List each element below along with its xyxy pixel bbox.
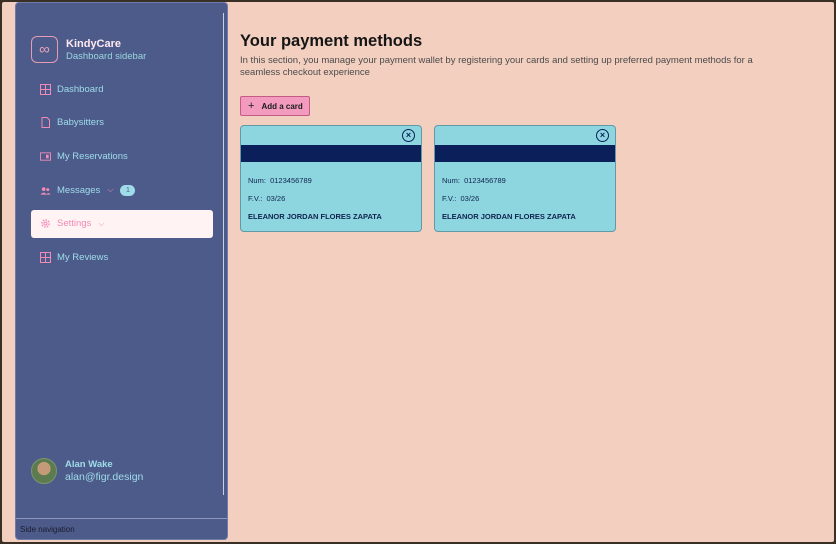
card-expiry: F.V.: 03/26 bbox=[442, 194, 479, 203]
sidebar-item-reservations[interactable]: My Reservations bbox=[31, 142, 213, 170]
card-number: Num: 0123456789 bbox=[248, 176, 312, 185]
brand-subtitle: Dashboard sidebar bbox=[66, 50, 147, 62]
card-number-value: 0123456789 bbox=[270, 176, 312, 185]
card-owner: ELEANOR JORDAN FLORES ZAPATA bbox=[442, 212, 576, 221]
chevron-down-icon[interactable]: ⌵ bbox=[107, 185, 113, 195]
plus-icon: + bbox=[248, 99, 255, 112]
main-content: Your payment methods In this section, yo… bbox=[240, 32, 800, 232]
card-number: Num: 0123456789 bbox=[442, 176, 506, 185]
card-magnetic-strip bbox=[241, 145, 421, 162]
card-expiry-value: 03/26 bbox=[266, 194, 286, 203]
sidebar: ∞ KindyCare Dashboard sidebar Dashboard … bbox=[15, 2, 228, 540]
page-title: Your payment methods bbox=[240, 32, 423, 50]
sidebar-item-reviews[interactable]: My Reviews bbox=[31, 243, 213, 271]
close-icon[interactable]: × bbox=[402, 129, 415, 142]
card-expiry-label: F.V.: bbox=[442, 194, 457, 203]
sidebar-item-label: Babysitters bbox=[57, 117, 104, 129]
sidebar-item-dashboard[interactable]: Dashboard bbox=[31, 75, 213, 103]
sidebar-item-label: My Reviews bbox=[57, 251, 109, 263]
card-expiry-value: 03/26 bbox=[460, 194, 480, 203]
users-icon bbox=[40, 185, 51, 196]
sidebar-item-label: Dashboard bbox=[57, 83, 104, 95]
card-number-value: 0123456789 bbox=[464, 176, 506, 185]
brand[interactable]: ∞ KindyCare Dashboard sidebar bbox=[31, 36, 146, 63]
card-expiry-label: F.V.: bbox=[248, 194, 263, 203]
add-card-label: Add a card bbox=[261, 101, 303, 111]
close-icon[interactable]: × bbox=[596, 129, 609, 142]
sidebar-item-settings[interactable]: Settings ⌵ bbox=[31, 209, 213, 238]
reservation-icon bbox=[40, 151, 51, 162]
sidebar-item-label: Messages bbox=[57, 184, 101, 196]
brand-name: KindyCare bbox=[66, 37, 122, 50]
file-icon bbox=[40, 117, 51, 129]
card-magnetic-strip bbox=[435, 145, 615, 162]
grid-icon bbox=[40, 251, 51, 263]
card-number-label: Num: bbox=[442, 176, 460, 185]
messages-badge: 1 bbox=[120, 184, 136, 196]
payment-card[interactable]: × Num: 0123456789 F.V.: 03/26 ELEANOR JO… bbox=[434, 125, 616, 232]
payment-card[interactable]: × Num: 0123456789 F.V.: 03/26 ELEANOR JO… bbox=[240, 125, 422, 232]
user-profile[interactable]: Alan Wake alan@figr.design bbox=[31, 458, 143, 484]
avatar bbox=[31, 458, 57, 484]
app-frame: ∞ KindyCare Dashboard sidebar Dashboard … bbox=[2, 2, 834, 542]
infinity-icon: ∞ bbox=[31, 36, 58, 63]
card-number-label: Num: bbox=[248, 176, 266, 185]
profile-email: alan@figr.design bbox=[65, 470, 144, 483]
sidebar-nav: Dashboard Babysitters My Reservations Me… bbox=[31, 75, 213, 277]
sidebar-item-babysitters[interactable]: Babysitters bbox=[31, 109, 213, 137]
add-card-button[interactable]: + Add a card bbox=[240, 96, 310, 116]
page-description: In this section, you manage your payment… bbox=[240, 55, 753, 78]
sidebar-item-label: Settings bbox=[57, 218, 92, 230]
grid-icon bbox=[40, 83, 51, 95]
sidebar-footer-label: Side navigation bbox=[16, 518, 227, 540]
chevron-down-icon[interactable]: ⌵ bbox=[98, 219, 104, 229]
gear-icon bbox=[40, 218, 51, 229]
sidebar-item-label: My Reservations bbox=[57, 150, 128, 162]
card-list: × Num: 0123456789 F.V.: 03/26 ELEANOR JO… bbox=[240, 125, 628, 232]
profile-name: Alan Wake bbox=[65, 458, 113, 470]
card-owner: ELEANOR JORDAN FLORES ZAPATA bbox=[248, 212, 382, 221]
card-expiry: F.V.: 03/26 bbox=[248, 194, 285, 203]
sidebar-scrollbar[interactable] bbox=[223, 13, 224, 495]
sidebar-item-messages[interactable]: Messages ⌵ 1 bbox=[31, 176, 213, 204]
